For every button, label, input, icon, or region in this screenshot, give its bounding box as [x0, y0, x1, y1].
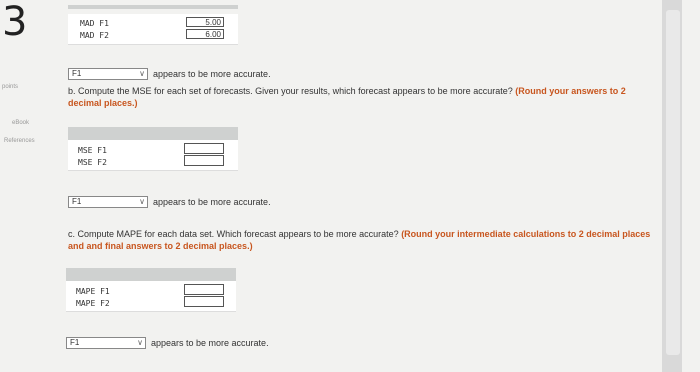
question-c-text: c. Compute MAPE for each data set. Which… — [68, 229, 399, 239]
mape-table-header — [66, 268, 236, 281]
mape-f1-label: MAPE F1 — [76, 287, 110, 296]
question-b-text: b. Compute the MSE for each set of forec… — [68, 86, 513, 96]
mse-f1-label: MSE F1 — [78, 146, 107, 155]
mse-forecast-select[interactable]: F1 ∨ — [68, 196, 148, 208]
mape-f1-input[interactable] — [184, 284, 224, 295]
mse-f2-label: MSE F2 — [78, 158, 107, 167]
question-number: 3 — [2, 0, 28, 45]
mape-f2-input[interactable] — [184, 296, 224, 307]
chevron-down-icon: ∨ — [139, 69, 145, 78]
mad-table-header — [68, 5, 238, 9]
question-b: b. Compute the MSE for each set of forec… — [68, 85, 653, 109]
mse-after-text: appears to be more accurate. — [153, 197, 271, 207]
scrollbar-thumb[interactable] — [666, 10, 680, 355]
select-value: F1 — [72, 69, 82, 78]
mape-f2-label: MAPE F2 — [76, 299, 110, 308]
sidebar-references-link[interactable]: References — [4, 138, 35, 144]
sidebar-points: points — [2, 84, 19, 90]
mad-f2-label: MAD F2 — [80, 31, 109, 40]
mad-f1-value: 5.00 — [186, 17, 224, 27]
question-c: c. Compute MAPE for each data set. Which… — [68, 228, 658, 252]
chevron-down-icon: ∨ — [137, 338, 143, 347]
mad-forecast-select[interactable]: F1 ∨ — [68, 68, 148, 80]
mse-f1-input[interactable] — [184, 143, 224, 154]
mad-f1-label: MAD F1 — [80, 19, 109, 28]
mad-f2-value: 6.00 — [186, 29, 224, 39]
main-content: MAD F1 5.00 MAD F2 6.00 F1 ∨ appears to … — [58, 0, 658, 372]
mse-table-header — [68, 127, 238, 140]
mad-after-text: appears to be more accurate. — [153, 69, 271, 79]
mse-f2-input[interactable] — [184, 155, 224, 166]
mape-after-text: appears to be more accurate. — [151, 338, 269, 348]
mape-forecast-select[interactable]: F1 ∨ — [66, 337, 146, 349]
sidebar-ebook-link[interactable]: eBook — [12, 120, 29, 126]
select-value: F1 — [70, 338, 80, 347]
select-value: F1 — [72, 197, 82, 206]
chevron-down-icon: ∨ — [139, 197, 145, 206]
